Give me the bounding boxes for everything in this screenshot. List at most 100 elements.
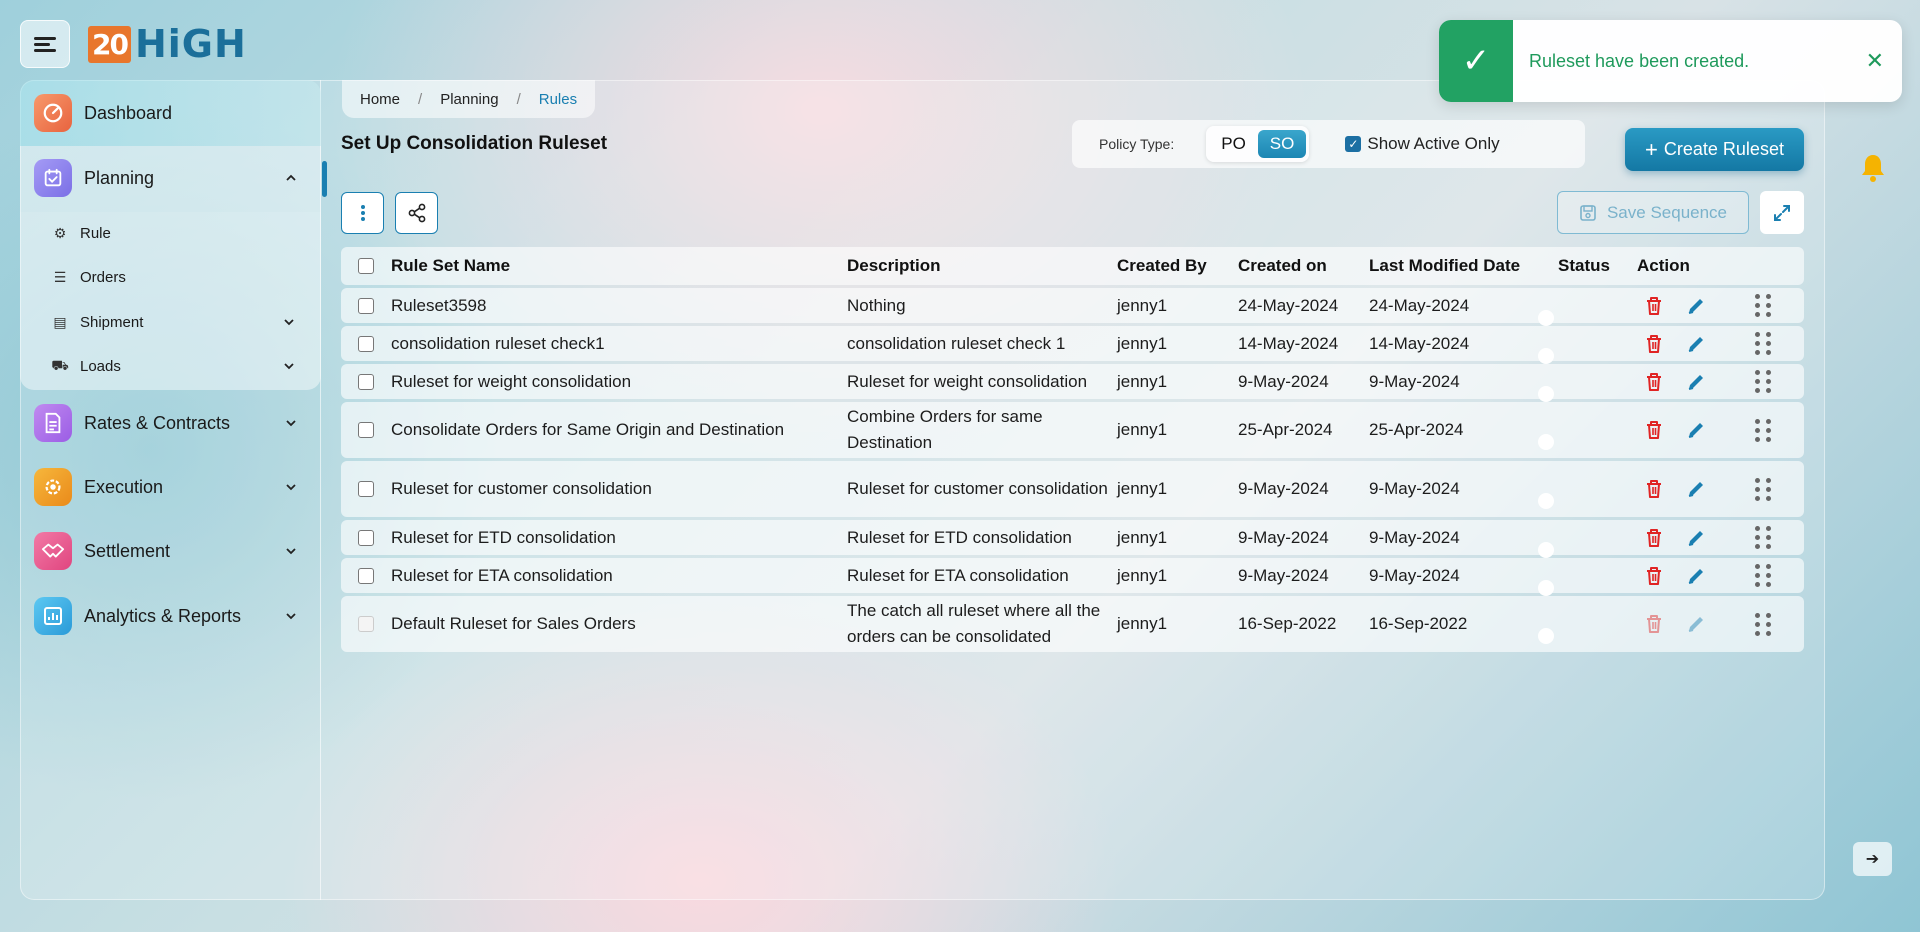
- toast-message: Ruleset have been created.: [1529, 50, 1750, 71]
- column-header-modified[interactable]: Last Modified Date: [1369, 256, 1558, 276]
- table-row[interactable]: Ruleset for weight consolidation Ruleset…: [341, 364, 1804, 399]
- column-header-description[interactable]: Description: [847, 253, 1117, 279]
- trash-icon[interactable]: [1643, 295, 1665, 317]
- breadcrumb-current: Rules: [538, 90, 578, 108]
- report-icon: [34, 597, 72, 635]
- pencil-icon[interactable]: [1685, 478, 1707, 500]
- sidebar-subitem-orders[interactable]: ☰ Orders: [50, 259, 321, 295]
- more-options-button[interactable]: [341, 192, 384, 234]
- create-ruleset-button[interactable]: + Create Ruleset: [1625, 128, 1804, 171]
- cell-modified: 25-Apr-2024: [1369, 420, 1464, 439]
- breadcrumb-home[interactable]: Home: [360, 91, 400, 108]
- policy-option-so[interactable]: SO: [1257, 130, 1307, 158]
- trash-icon[interactable]: [1643, 333, 1665, 355]
- trash-icon[interactable]: [1643, 478, 1665, 500]
- bell-icon[interactable]: [1858, 152, 1888, 184]
- trash-icon[interactable]: [1643, 527, 1665, 549]
- chevron-up-icon[interactable]: [279, 166, 303, 190]
- chevron-down-icon[interactable]: [277, 310, 301, 334]
- drag-handle-icon[interactable]: [1755, 418, 1771, 442]
- cell-description: Nothing: [847, 295, 906, 315]
- sidebar-item-execution[interactable]: Execution: [20, 456, 321, 518]
- trash-icon[interactable]: [1643, 419, 1665, 441]
- ruleset-table: Rule Set Name Description Created By Cre…: [341, 247, 1804, 652]
- chevron-down-icon[interactable]: [279, 539, 303, 563]
- table-row[interactable]: consolidation ruleset check1 consolidati…: [341, 326, 1804, 361]
- cell-created-by: jenny1: [1117, 527, 1168, 547]
- cell-description: Ruleset for weight consolidation: [847, 371, 1088, 391]
- chevron-down-icon[interactable]: [279, 604, 303, 628]
- table-row[interactable]: Ruleset for ETD consolidation Ruleset fo…: [341, 520, 1804, 555]
- chevron-down-icon[interactable]: [277, 354, 301, 378]
- cell-description: The catch all ruleset where all the orde…: [847, 601, 1101, 646]
- sidebar-item-label: Rates & Contracts: [84, 412, 231, 433]
- save-sequence-label: Save Sequence: [1606, 202, 1728, 222]
- sidebar-item-analytics[interactable]: Analytics & Reports: [20, 585, 321, 647]
- cell-created-on: 25-Apr-2024: [1238, 420, 1333, 439]
- cell-created-on: 9-May-2024: [1238, 479, 1329, 498]
- trash-icon[interactable]: [1643, 371, 1665, 393]
- save-icon: [1580, 204, 1596, 221]
- row-checkbox[interactable]: [358, 335, 374, 352]
- pencil-icon[interactable]: [1685, 295, 1707, 317]
- pencil-icon[interactable]: [1685, 333, 1707, 355]
- breadcrumb-separator: /: [418, 90, 423, 108]
- drag-handle-icon[interactable]: [1755, 332, 1771, 356]
- sidebar-subitem-rule[interactable]: ⚙ Rule: [50, 215, 321, 251]
- show-active-only-checkbox[interactable]: ✓ Show Active Only: [1345, 134, 1500, 154]
- cell-created-by: jenny1: [1117, 333, 1168, 353]
- list-icon: ☰: [53, 268, 67, 285]
- share-button[interactable]: [395, 192, 438, 234]
- column-header-created-by[interactable]: Created By: [1117, 256, 1238, 276]
- arrow-right-button[interactable]: ➔: [1853, 842, 1892, 876]
- table-row[interactable]: Default Ruleset for Sales Orders The cat…: [341, 596, 1804, 652]
- menu-toggle-button[interactable]: [20, 20, 70, 68]
- cell-created-by: jenny1: [1117, 371, 1168, 391]
- table-body: Ruleset3598 Nothing jenny1 24-May-2024 2…: [341, 288, 1804, 652]
- row-checkbox[interactable]: [358, 373, 374, 390]
- column-header-name[interactable]: Rule Set Name: [391, 256, 847, 276]
- pencil-icon[interactable]: [1685, 371, 1707, 393]
- drag-handle-icon[interactable]: [1755, 612, 1771, 636]
- cell-created-on: 9-May-2024: [1238, 565, 1329, 585]
- table-row[interactable]: Ruleset for ETA consolidation Ruleset fo…: [341, 558, 1804, 593]
- sidebar-item-settlement[interactable]: Settlement: [20, 520, 321, 582]
- app-logo[interactable]: 20 HiGH: [88, 22, 247, 66]
- save-sequence-button[interactable]: Save Sequence: [1557, 191, 1749, 234]
- show-active-only-label: Show Active Only: [1367, 134, 1500, 153]
- drag-handle-icon[interactable]: [1755, 526, 1771, 550]
- breadcrumb-planning[interactable]: Planning: [440, 91, 498, 108]
- select-all-checkbox[interactable]: [358, 258, 374, 274]
- row-checkbox[interactable]: [358, 297, 374, 314]
- table-row[interactable]: Ruleset3598 Nothing jenny1 24-May-2024 2…: [341, 288, 1804, 323]
- drag-handle-icon[interactable]: [1755, 294, 1771, 318]
- chevron-down-icon[interactable]: [279, 411, 303, 435]
- sidebar-subitem-shipment[interactable]: ▤ Shipment: [50, 304, 321, 340]
- drag-handle-icon[interactable]: [1755, 564, 1771, 588]
- sidebar-item-dashboard[interactable]: Dashboard: [20, 82, 321, 144]
- more-vertical-icon: [360, 205, 365, 221]
- table-row[interactable]: Ruleset for customer consolidation Rules…: [341, 461, 1804, 517]
- drag-handle-icon[interactable]: [1755, 370, 1771, 394]
- sidebar-item-label: Execution: [84, 476, 164, 497]
- column-header-created-on[interactable]: Created on: [1238, 256, 1369, 276]
- fullscreen-button[interactable]: [1760, 191, 1804, 234]
- row-checkbox[interactable]: [358, 529, 374, 546]
- chevron-down-icon[interactable]: [279, 475, 303, 499]
- sidebar-subitem-loads[interactable]: ⛟ Loads: [50, 348, 321, 384]
- sidebar-item-planning[interactable]: Planning: [20, 147, 327, 209]
- row-checkbox[interactable]: [358, 567, 374, 584]
- trash-icon[interactable]: [1643, 565, 1665, 587]
- planning-icon: [34, 159, 72, 197]
- close-icon[interactable]: ✕: [1866, 48, 1884, 74]
- row-checkbox[interactable]: [358, 422, 374, 438]
- policy-option-po[interactable]: PO: [1209, 130, 1258, 158]
- checkbox-checked-icon[interactable]: ✓: [1345, 136, 1362, 152]
- pencil-icon[interactable]: [1685, 419, 1707, 441]
- sidebar-item-rates-contracts[interactable]: Rates & Contracts: [20, 392, 321, 454]
- drag-handle-icon[interactable]: [1755, 477, 1771, 501]
- row-checkbox[interactable]: [358, 481, 374, 497]
- pencil-icon[interactable]: [1685, 565, 1707, 587]
- pencil-icon[interactable]: [1685, 527, 1707, 549]
- table-row[interactable]: Consolidate Orders for Same Origin and D…: [341, 402, 1804, 458]
